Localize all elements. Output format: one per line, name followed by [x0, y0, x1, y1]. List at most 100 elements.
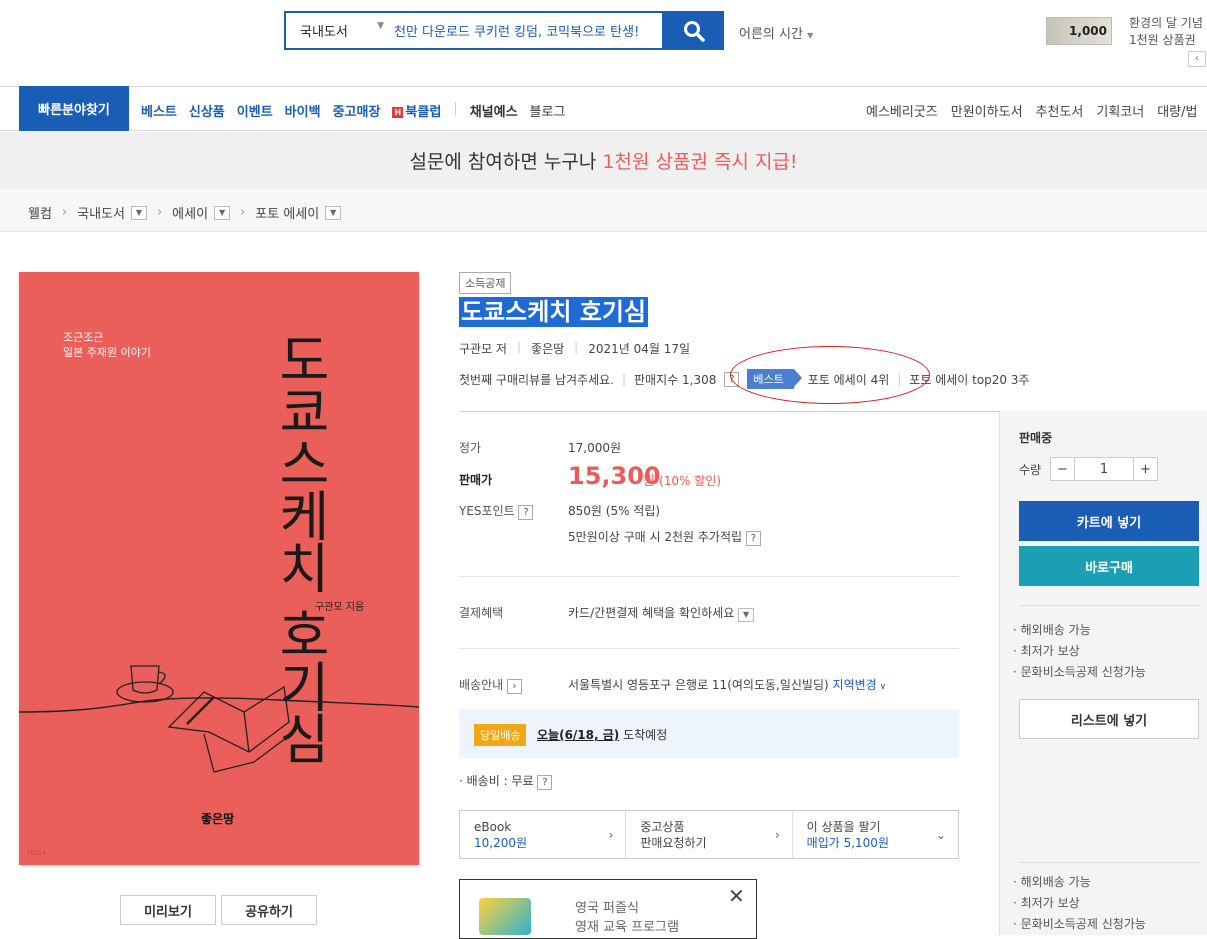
- nav-event[interactable]: 이벤트: [237, 101, 273, 120]
- nav-recommended[interactable]: 추천도서: [1036, 101, 1084, 120]
- nav-bookclub[interactable]: H 북클럽: [392, 101, 441, 120]
- search-box[interactable]: 국내도서 ▼ 천만 다운로드 쿠키런 킹덤, 코믹북으로 탄생!: [284, 11, 664, 50]
- list-price-label: 정가: [459, 441, 482, 455]
- book-cover[interactable]: 조근조근 일본 주재원 이야기 도쿄스케치 호기심 구관모 지음 좋은땅 YES…: [19, 272, 419, 865]
- annotation-ellipse: [730, 346, 930, 404]
- chevron-down-icon: ∨: [876, 682, 887, 692]
- chevron-down-icon: ▼: [377, 21, 384, 31]
- chevron-down-icon[interactable]: ▼: [325, 205, 342, 220]
- nav-special-corner[interactable]: 기획코너: [1096, 101, 1144, 120]
- chevron-right-icon: ›: [608, 828, 614, 842]
- divider: |: [574, 340, 579, 354]
- voucher-image[interactable]: 1,000: [1046, 17, 1112, 45]
- breadcrumb-photo-essay[interactable]: 포토 에세이: [255, 203, 319, 222]
- adult-time-menu[interactable]: 어른의 시간 ▼: [739, 23, 813, 42]
- ad-image[interactable]: [479, 898, 531, 935]
- buy-now-button[interactable]: 바로구매: [1019, 546, 1199, 586]
- quantity-label: 수량: [1019, 463, 1042, 477]
- minus-icon[interactable]: −: [1051, 458, 1075, 480]
- search-category-select[interactable]: 국내도서 ▼: [286, 21, 394, 40]
- nav-bulk[interactable]: 대량/법: [1157, 101, 1197, 120]
- chevron-right-icon: ›: [61, 205, 68, 220]
- extra-options: eBook 10,200원 › 중고상품 판매요청하기 › 이 상품을 팔기 매입가 5,…: [459, 810, 959, 859]
- sale-price-label: 판매가: [459, 473, 493, 487]
- list-price: 17,000원: [568, 441, 622, 455]
- search-button[interactable]: [664, 11, 724, 50]
- ad-text[interactable]: 영국 퍼즐식 영재 교육 프로그램: [575, 899, 679, 937]
- add-to-cart-button[interactable]: 카트에 넣기: [1019, 501, 1199, 541]
- shipping-fee: · 배송비 : 무료 ?: [459, 772, 553, 790]
- chevron-right-icon: ›: [156, 205, 163, 220]
- help-icon[interactable]: ?: [745, 531, 761, 546]
- chevron-down-icon[interactable]: ▼: [214, 205, 231, 220]
- used-option[interactable]: 중고상품 판매요청하기 ›: [626, 811, 793, 858]
- tax-deduction-badge: 소득공제: [459, 272, 512, 294]
- payment-benefit[interactable]: 카드/간편결제 혜택을 확인하세요 ▼: [568, 604, 755, 622]
- cover-author: 구관모 지음: [315, 602, 365, 613]
- delivery-date[interactable]: 오늘(6/18, 금): [537, 728, 619, 742]
- region-change-link[interactable]: 지역변경: [833, 678, 877, 692]
- cover-publisher: 좋은땅: [201, 812, 235, 826]
- chevron-down-icon: ▼: [807, 31, 814, 40]
- nav-best[interactable]: 베스트: [141, 101, 177, 120]
- nav-buyback[interactable]: 바이백: [285, 101, 321, 120]
- book-title: 도쿄스케치 호기심: [459, 297, 648, 327]
- publisher-link[interactable]: 좋은땅: [531, 340, 564, 357]
- right-nav: 예스베리굿즈 만원이하도서 추천도서 기획코너 대량/법: [866, 101, 1197, 120]
- quantity-input[interactable]: 1: [1075, 458, 1133, 480]
- yes-point-label: YES포인트 ?: [459, 502, 534, 520]
- chevron-right-icon: ›: [240, 205, 246, 220]
- yes-point-value: 850원 (5% 적립): [568, 504, 661, 518]
- survey-banner[interactable]: 설문에 참여하면 누구나 1천원 상품권 즉시 지급!: [0, 132, 1207, 189]
- payment-benefit-label: 결제혜택: [459, 606, 504, 620]
- nav-used-store[interactable]: 중고매장: [333, 101, 381, 120]
- breadcrumb-welcome[interactable]: 웰컴: [28, 203, 52, 222]
- cover-illustration: [19, 665, 419, 773]
- help-icon[interactable]: ?: [518, 505, 534, 520]
- yes-point-extra: 5만원이상 구매 시 2천원 추가적립 ?: [568, 528, 761, 546]
- banner-text: 설문에 참여하면 누구나: [409, 151, 603, 173]
- quantity-stepper[interactable]: − 1 +: [1050, 457, 1158, 481]
- banner-highlight: 1천원 상품권 즉시 지급!: [602, 151, 798, 173]
- search-input[interactable]: 천만 다운로드 쿠키런 킹덤, 코믹북으로 탄생!: [394, 21, 639, 40]
- sales-index: 판매지수 1,308: [634, 372, 717, 387]
- divider: [1019, 605, 1199, 606]
- chevron-right-icon[interactable]: ›: [507, 679, 522, 694]
- breadcrumb: 웰컴 › 국내도서 ▼ › 에세이 ▼ › 포토 에세이 ▼: [28, 203, 342, 222]
- divider: |: [516, 340, 522, 354]
- shipping-label: 배송안내 ›: [459, 676, 522, 694]
- breadcrumb-domestic[interactable]: 국내도서: [77, 203, 125, 222]
- chevron-down-icon[interactable]: ▼: [738, 608, 755, 622]
- sale-status: 판매중: [1019, 431, 1053, 445]
- search-icon: [684, 20, 705, 42]
- nav-blog[interactable]: 블로그: [530, 101, 566, 120]
- nav-channel-yes[interactable]: 채널예스: [470, 101, 518, 120]
- quick-category-button[interactable]: 빠른분야찾기: [19, 86, 129, 131]
- review-prompt[interactable]: 첫번째 구매리뷰를 남겨주세요.: [459, 371, 614, 388]
- nav-new[interactable]: 신상품: [189, 101, 225, 120]
- divider: |: [453, 101, 458, 116]
- chevron-down-icon[interactable]: ▼: [130, 205, 147, 220]
- add-to-list-button[interactable]: 리스트에 넣기: [1019, 699, 1199, 739]
- nav-under-10000[interactable]: 만원이하도서: [951, 101, 1023, 120]
- preview-button[interactable]: 미리보기: [120, 895, 216, 925]
- chevron-right-icon: ›: [774, 828, 780, 842]
- nav-goods[interactable]: 예스베리굿즈: [866, 101, 938, 120]
- main-nav: 베스트 신상품 이벤트 바이백 중고매장 H 북클럽 | 채널예스 블로그: [141, 101, 565, 120]
- ebook-option[interactable]: eBook 10,200원 ›: [460, 811, 627, 858]
- shipping-address: 서울특별시 영등포구 은행로 11(여의도동,일신빌딩) 지역변경 ∨: [568, 678, 887, 692]
- sale-price-detail: 원 (10% 할인): [643, 474, 722, 489]
- help-icon[interactable]: ?: [537, 775, 553, 790]
- same-day-badge: 당일배송: [474, 724, 527, 746]
- divider: [459, 648, 959, 649]
- plus-icon[interactable]: +: [1133, 458, 1157, 480]
- breadcrumb-essay[interactable]: 에세이: [172, 203, 208, 222]
- side-promo[interactable]: 환경의 달 기념 1천원 상품권: [1129, 15, 1203, 49]
- close-icon[interactable]: ✕: [728, 884, 745, 908]
- share-button[interactable]: 공유하기: [221, 895, 317, 925]
- cover-subtitle: 조근조근 일본 주재원 이야기: [63, 331, 151, 359]
- author-link[interactable]: 구관모 저: [459, 340, 507, 357]
- sell-option[interactable]: 이 상품을 팔기 매입가 5,100원 ⌄: [793, 811, 958, 858]
- chevron-left-icon[interactable]: ‹: [1188, 51, 1206, 67]
- benefits-list: · 해외배송 가능 · 최저가 보상 · 문화비소득공제 신청가능: [1013, 623, 1146, 679]
